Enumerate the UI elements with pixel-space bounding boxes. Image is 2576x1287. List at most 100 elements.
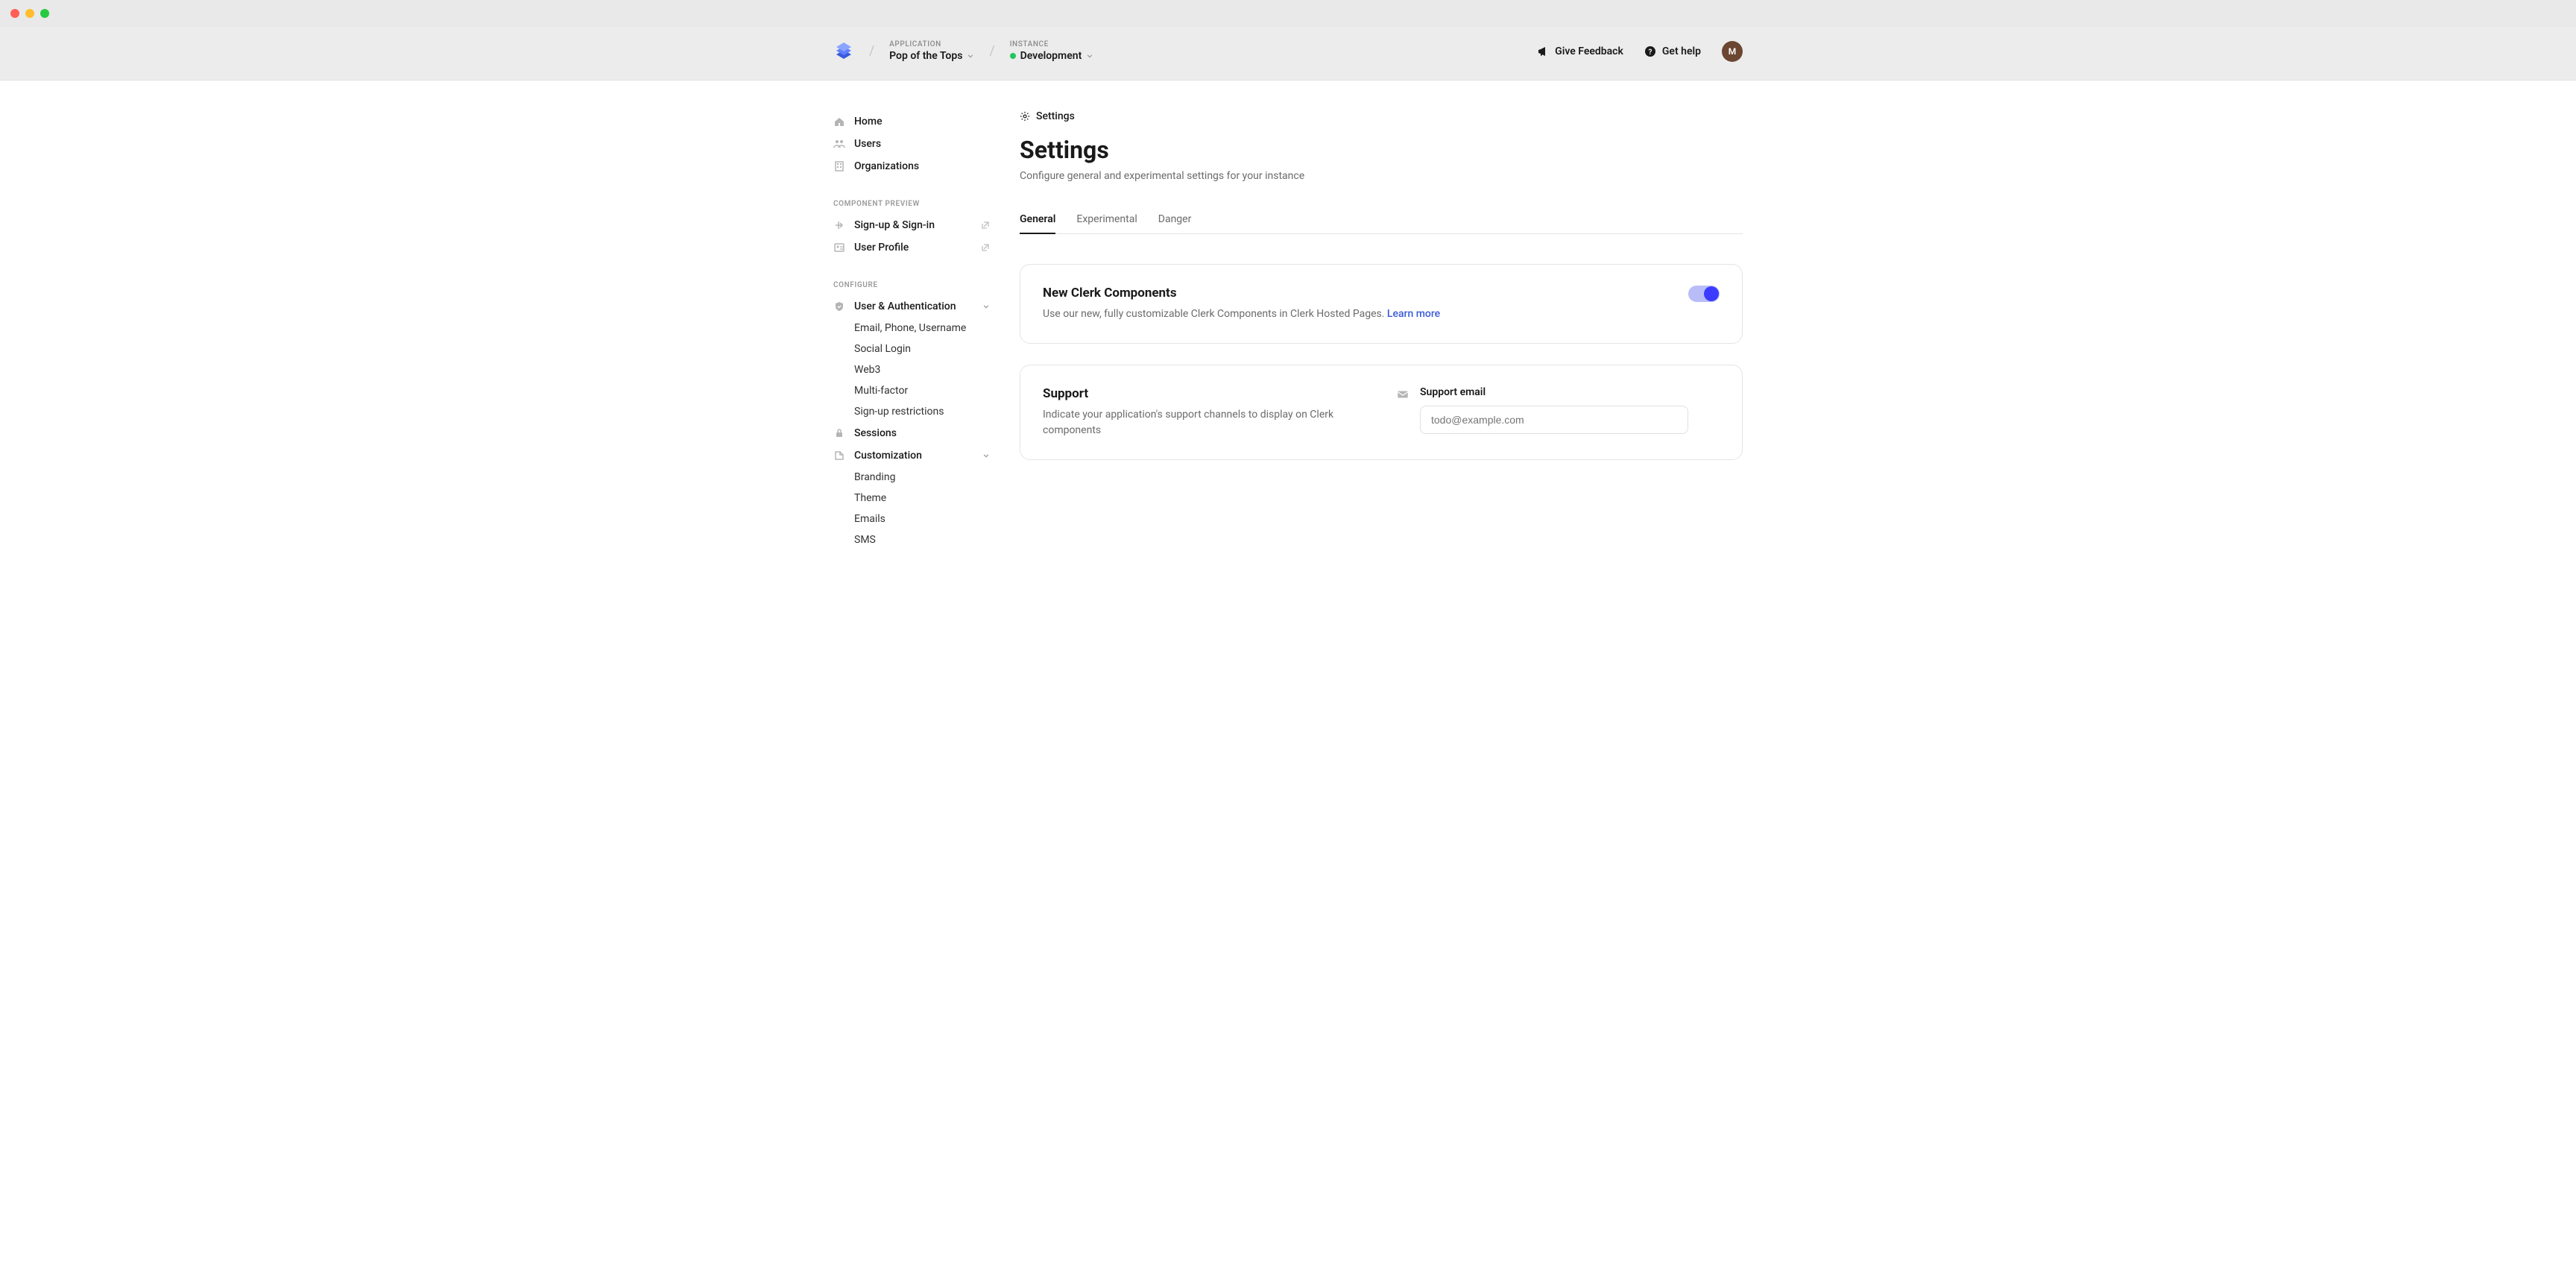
sidebar-item-label: User & Authentication — [854, 300, 956, 312]
window-fullscreen-button[interactable] — [40, 9, 49, 18]
window-minimize-button[interactable] — [25, 9, 34, 18]
breadcrumb-separator: / — [869, 43, 874, 59]
sidebar-item-home[interactable]: Home — [833, 110, 990, 133]
sidebar-item-label: Sign-up restrictions — [854, 406, 944, 418]
card-title: New Clerk Components — [1043, 286, 1658, 300]
instance-value: Development — [1020, 50, 1082, 62]
sidebar-item-label: Web3 — [854, 364, 880, 376]
sidebar-item-label: Sessions — [854, 427, 897, 439]
tab-label: Danger — [1158, 213, 1192, 225]
new-clerk-components-toggle[interactable] — [1688, 286, 1720, 302]
window-close-button[interactable] — [10, 9, 19, 18]
card-title: Support — [1043, 386, 1366, 401]
main-content: Settings Settings Configure general and … — [1020, 110, 1743, 568]
help-icon: ? — [1644, 45, 1656, 57]
sidebar-item-organizations[interactable]: Organizations — [833, 155, 990, 177]
card-new-clerk-components: New Clerk Components Use our new, fully … — [1020, 264, 1743, 344]
sidebar-item-label: Emails — [854, 513, 886, 525]
learn-more-link[interactable]: Learn more — [1387, 308, 1440, 320]
sidebar-item-emails[interactable]: Emails — [854, 509, 990, 529]
shield-icon — [833, 300, 845, 312]
chevron-down-icon — [982, 452, 990, 459]
header-right: Give Feedback ? Get help M — [1537, 41, 1743, 62]
support-email-label: Support email — [1420, 386, 1720, 398]
sidebar-item-users[interactable]: Users — [833, 133, 990, 155]
id-card-icon — [833, 242, 845, 254]
toggle-knob-icon — [1704, 286, 1719, 301]
sidebar-item-label: Home — [854, 116, 883, 128]
palette-icon — [833, 450, 845, 462]
get-help-button[interactable]: ? Get help — [1644, 45, 1701, 57]
sidebar-item-signup-restrictions[interactable]: Sign-up restrictions — [854, 401, 990, 422]
breadcrumb-separator: / — [989, 43, 994, 59]
sidebar-item-mfa[interactable]: Multi-factor — [854, 380, 990, 401]
sidebar-item-user-auth[interactable]: User & Authentication — [833, 295, 990, 318]
tab-general[interactable]: General — [1020, 206, 1055, 234]
card-description: Indicate your application's support chan… — [1043, 407, 1366, 438]
sidebar-item-label: Branding — [854, 471, 895, 483]
sidebar-item-label: Users — [854, 138, 881, 150]
sidebar-item-label: Email, Phone, Username — [854, 322, 966, 334]
signin-icon — [833, 219, 845, 231]
lock-icon — [833, 427, 845, 439]
sidebar-section-preview-title: COMPONENT PREVIEW — [833, 195, 990, 214]
header-left: / APPLICATION Pop of the Tops / INSTANCE… — [833, 40, 1093, 62]
tab-label: Experimental — [1076, 213, 1137, 225]
sidebar-item-signup-signin[interactable]: Sign-up & Sign-in — [833, 214, 990, 236]
breadcrumb: Settings — [1020, 110, 1743, 122]
tab-experimental[interactable]: Experimental — [1076, 206, 1137, 234]
sidebar-item-label: Sign-up & Sign-in — [854, 219, 935, 231]
window-titlebar — [0, 0, 2576, 27]
sidebar-item-label: Organizations — [854, 160, 919, 172]
app-header: / APPLICATION Pop of the Tops / INSTANCE… — [0, 27, 2576, 81]
page-title: Settings — [1020, 136, 1743, 164]
tab-danger[interactable]: Danger — [1158, 206, 1192, 234]
application-label: APPLICATION — [889, 40, 974, 48]
gear-icon — [1020, 111, 1030, 122]
sidebar-item-label: SMS — [854, 534, 876, 546]
instance-label: INSTANCE — [1010, 40, 1094, 48]
sidebar-item-label: Multi-factor — [854, 385, 908, 397]
sidebar-item-email-phone[interactable]: Email, Phone, Username — [854, 318, 990, 339]
sidebar-item-social-login[interactable]: Social Login — [854, 339, 990, 359]
application-selector[interactable]: APPLICATION Pop of the Tops — [889, 40, 974, 62]
status-dot-icon — [1010, 53, 1016, 59]
help-label: Get help — [1662, 45, 1701, 57]
avatar[interactable]: M — [1722, 41, 1743, 62]
chevron-down-icon — [967, 52, 974, 60]
sidebar-item-customization[interactable]: Customization — [833, 444, 990, 467]
sidebar-item-label: Social Login — [854, 343, 911, 355]
external-link-icon — [981, 243, 990, 252]
chevron-down-icon — [982, 303, 990, 310]
sidebar-item-web3[interactable]: Web3 — [854, 359, 990, 380]
sidebar-item-user-profile[interactable]: User Profile — [833, 236, 990, 259]
page-subtitle: Configure general and experimental setti… — [1020, 170, 1743, 182]
card-support: Support Indicate your application's supp… — [1020, 365, 1743, 460]
svg-text:?: ? — [1648, 48, 1652, 57]
support-email-input[interactable] — [1420, 406, 1688, 434]
sidebar-item-label: Customization — [854, 450, 922, 462]
give-feedback-button[interactable]: Give Feedback — [1537, 45, 1623, 57]
envelope-icon — [1396, 388, 1409, 401]
sidebar-item-sms[interactable]: SMS — [854, 529, 990, 550]
sidebar-item-branding[interactable]: Branding — [854, 467, 990, 488]
app-logo-icon[interactable] — [833, 41, 854, 62]
sidebar: Home Users Organizations COMPONENT PREVI… — [833, 110, 990, 568]
chevron-down-icon — [1086, 52, 1093, 60]
application-value: Pop of the Tops — [889, 50, 962, 62]
sidebar-item-sessions[interactable]: Sessions — [833, 422, 990, 444]
avatar-initial: M — [1729, 46, 1737, 57]
external-link-icon — [981, 221, 990, 230]
home-icon — [833, 116, 845, 128]
sidebar-item-label: User Profile — [854, 242, 909, 254]
tab-label: General — [1020, 213, 1055, 225]
tabs: General Experimental Danger — [1020, 206, 1743, 234]
sidebar-item-theme[interactable]: Theme — [854, 488, 990, 509]
users-icon — [833, 138, 845, 150]
sidebar-section-configure-title: CONFIGURE — [833, 277, 990, 295]
card-description: Use our new, fully customizable Clerk Co… — [1043, 306, 1658, 322]
feedback-label: Give Feedback — [1555, 45, 1623, 57]
breadcrumb-label: Settings — [1036, 110, 1075, 122]
megaphone-icon — [1537, 45, 1549, 57]
instance-selector[interactable]: INSTANCE Development — [1010, 40, 1094, 62]
